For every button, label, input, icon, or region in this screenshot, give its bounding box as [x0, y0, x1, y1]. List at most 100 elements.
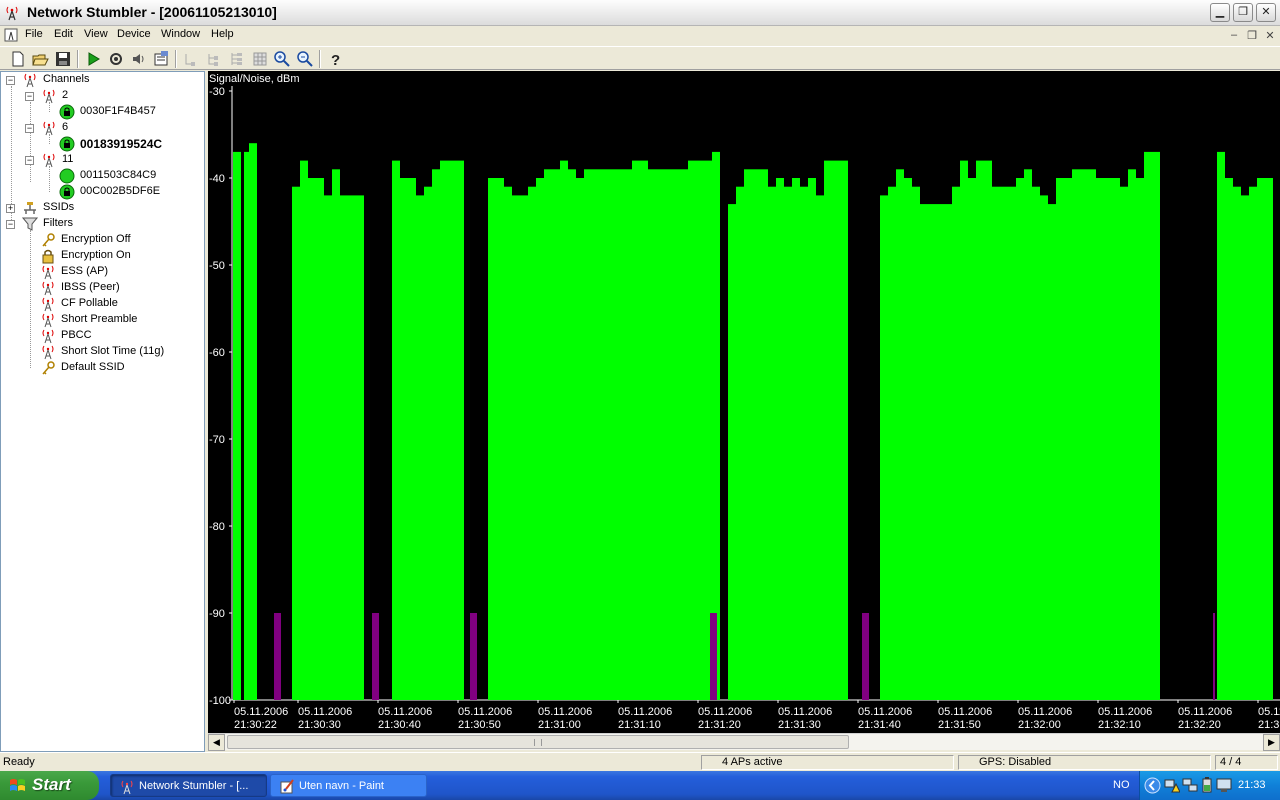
- x-tick-date: 05.11.2006: [458, 706, 512, 718]
- speaker-icon[interactable]: [130, 50, 148, 68]
- filter-default-ssid[interactable]: Default SSID: [40, 360, 200, 376]
- minimize-button[interactable]: ▁: [1210, 3, 1230, 22]
- horizontal-scrollbar[interactable]: ◀ ▶: [208, 733, 1280, 751]
- show-hidden-icons-icon[interactable]: [1144, 777, 1161, 794]
- collapse-icon[interactable]: −: [6, 220, 15, 229]
- mdi-restore-button[interactable]: ❐: [1245, 29, 1259, 42]
- tree-node-ap[interactable]: 00C002B5DF6E: [59, 184, 199, 200]
- start-button[interactable]: Start: [0, 771, 99, 800]
- tree-level2-icon[interactable]: [205, 50, 223, 68]
- app-antenna-icon: [6, 6, 18, 21]
- tree-node-ap[interactable]: 00183919524C: [59, 136, 199, 152]
- antenna-icon: [42, 265, 54, 280]
- expand-icon[interactable]: +: [6, 204, 15, 213]
- menu-help[interactable]: Help: [211, 28, 234, 40]
- signal-bar: [488, 178, 504, 700]
- mdi-close-button[interactable]: ✕: [1263, 29, 1277, 42]
- tree-node-ssids[interactable]: + SSIDs: [6, 200, 196, 216]
- collapse-icon[interactable]: −: [25, 92, 34, 101]
- language-indicator[interactable]: NO: [1113, 779, 1130, 791]
- tree-node-channel-2[interactable]: − 2: [25, 88, 195, 104]
- x-tick-label: 21:30:22: [234, 719, 277, 731]
- tree-node-channel-11[interactable]: − 11: [25, 152, 195, 168]
- x-tick-label: 21:32:20: [1178, 719, 1221, 731]
- filter-short-preamble[interactable]: Short Preamble: [40, 312, 200, 328]
- filter-encryption-on[interactable]: Encryption On: [40, 248, 200, 264]
- filter-ibss[interactable]: IBSS (Peer): [40, 280, 200, 296]
- mdi-minimize-button[interactable]: –: [1227, 29, 1241, 41]
- signal-bar: [416, 195, 424, 700]
- help-icon[interactable]: ?: [326, 50, 344, 68]
- signal-bar: [784, 186, 792, 700]
- menu-edit[interactable]: Edit: [54, 28, 73, 40]
- y-tick-label: -50: [209, 260, 225, 272]
- channel-label: 11: [62, 153, 74, 165]
- collapse-icon[interactable]: −: [6, 76, 15, 85]
- ap-mac: 00C002B5DF6E: [80, 185, 161, 197]
- save-icon[interactable]: [54, 50, 72, 68]
- filter-ess[interactable]: ESS (AP): [40, 264, 200, 280]
- restore-button[interactable]: ❐: [1233, 3, 1253, 22]
- filter-short-slot-time[interactable]: Short Slot Time (11g): [40, 344, 200, 360]
- x-tick-date: 05.11.2006: [378, 706, 432, 718]
- tree-guide: [49, 166, 50, 192]
- x-tick-label: 21:31:50: [938, 719, 981, 731]
- filter-pbcc[interactable]: PBCC: [40, 328, 200, 344]
- scroll-left-button[interactable]: ◀: [208, 734, 225, 751]
- task-paint[interactable]: Uten navn - Paint: [270, 774, 427, 797]
- menu-window[interactable]: Window: [161, 28, 200, 40]
- network-connections-icon[interactable]: [1182, 777, 1198, 793]
- play-icon[interactable]: [84, 50, 102, 68]
- signal-bar: [1072, 169, 1096, 701]
- tree-node-filters[interactable]: − Filters: [6, 216, 196, 232]
- filter-encryption-off[interactable]: Encryption Off: [40, 232, 200, 248]
- open-icon[interactable]: [31, 50, 49, 68]
- key-icon: [42, 361, 55, 375]
- properties-icon[interactable]: [152, 50, 170, 68]
- filter-label: PBCC: [61, 329, 92, 341]
- signal-bar: [688, 160, 712, 701]
- menu-view[interactable]: View: [84, 28, 108, 40]
- scroll-thumb[interactable]: [227, 735, 849, 749]
- tree-node-ap[interactable]: 0011503C84C9: [59, 168, 199, 184]
- document-antenna-icon[interactable]: [4, 28, 18, 42]
- window-title: Network Stumbler - [20061105213010]: [27, 4, 277, 20]
- monitor-icon[interactable]: [1216, 777, 1232, 793]
- start-label: Start: [32, 775, 71, 794]
- task-network-stumbler[interactable]: Network Stumbler - [...: [110, 774, 267, 797]
- signal-bar: [332, 169, 340, 701]
- signal-bar: [792, 178, 800, 700]
- collapse-icon[interactable]: −: [25, 156, 34, 165]
- menu-device[interactable]: Device: [117, 28, 151, 40]
- signal-bar: [528, 186, 536, 700]
- auto-config-icon[interactable]: [107, 50, 125, 68]
- filter-cf-pollable[interactable]: CF Pollable: [40, 296, 200, 312]
- zoom-in-icon[interactable]: [273, 50, 291, 68]
- network-warning-icon[interactable]: [1164, 777, 1180, 793]
- signal-bar: [1040, 195, 1048, 700]
- grid-icon[interactable]: [251, 50, 269, 68]
- zoom-out-icon[interactable]: [296, 50, 314, 68]
- antenna-icon: [42, 313, 54, 328]
- tree-node-channel-6[interactable]: − 6: [25, 120, 195, 136]
- x-tick-label: 21:31:30: [778, 719, 821, 731]
- noise-bar: [710, 613, 717, 700]
- signal-bar: [648, 169, 688, 701]
- clock[interactable]: 21:33: [1238, 779, 1266, 791]
- battery-icon[interactable]: [1201, 777, 1213, 793]
- menu-file[interactable]: File: [25, 28, 43, 40]
- close-button[interactable]: ✕: [1256, 3, 1276, 22]
- tree-view[interactable]: − Channels − 2 0030F1F4B457 − 6 00183919…: [0, 71, 205, 752]
- tree-level1-icon[interactable]: [182, 50, 200, 68]
- scroll-right-button[interactable]: ▶: [1263, 734, 1280, 751]
- signal-bar: [1217, 151, 1225, 700]
- signal-bar: [1056, 178, 1064, 700]
- tree-level3-icon[interactable]: [228, 50, 246, 68]
- filter-label: ESS (AP): [61, 265, 109, 277]
- toolbar-separator: [319, 50, 321, 68]
- collapse-icon[interactable]: −: [25, 124, 34, 133]
- tree-node-ap[interactable]: 0030F1F4B457: [59, 104, 199, 120]
- gap: [241, 91, 244, 700]
- new-icon[interactable]: [9, 50, 27, 68]
- tree-node-channels[interactable]: − Channels: [6, 72, 196, 88]
